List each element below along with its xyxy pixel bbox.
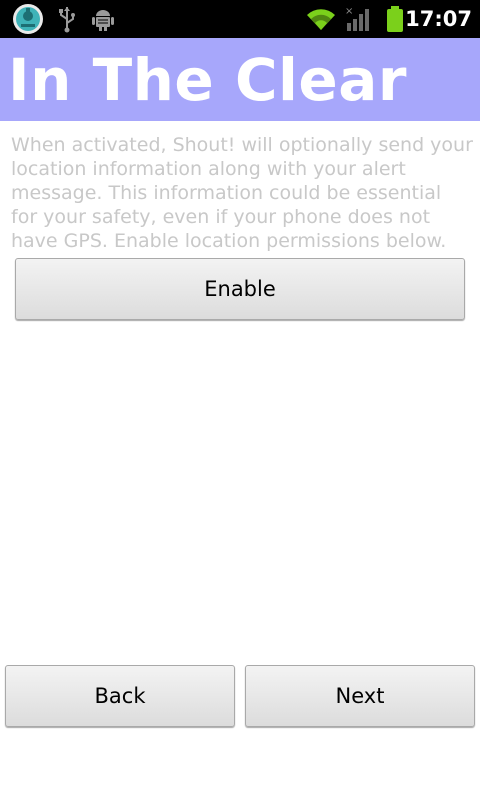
status-bar: × 17:07 <box>0 0 480 38</box>
battery-icon <box>384 0 406 38</box>
signal-icon: × <box>343 0 373 38</box>
next-button[interactable]: Next <box>245 665 475 727</box>
enable-button[interactable]: Enable <box>15 258 465 320</box>
page-title: In The Clear <box>8 46 407 114</box>
usb-icon <box>55 0 79 38</box>
app-notification-icon <box>10 0 46 38</box>
wifi-icon <box>304 0 338 38</box>
back-button[interactable]: Back <box>5 665 235 727</box>
clock-time: 17:07 <box>405 7 472 31</box>
svg-text:×: × <box>345 6 353 17</box>
location-description: When activated, Shout! will optionally s… <box>11 134 473 252</box>
android-debug-icon <box>90 0 116 38</box>
